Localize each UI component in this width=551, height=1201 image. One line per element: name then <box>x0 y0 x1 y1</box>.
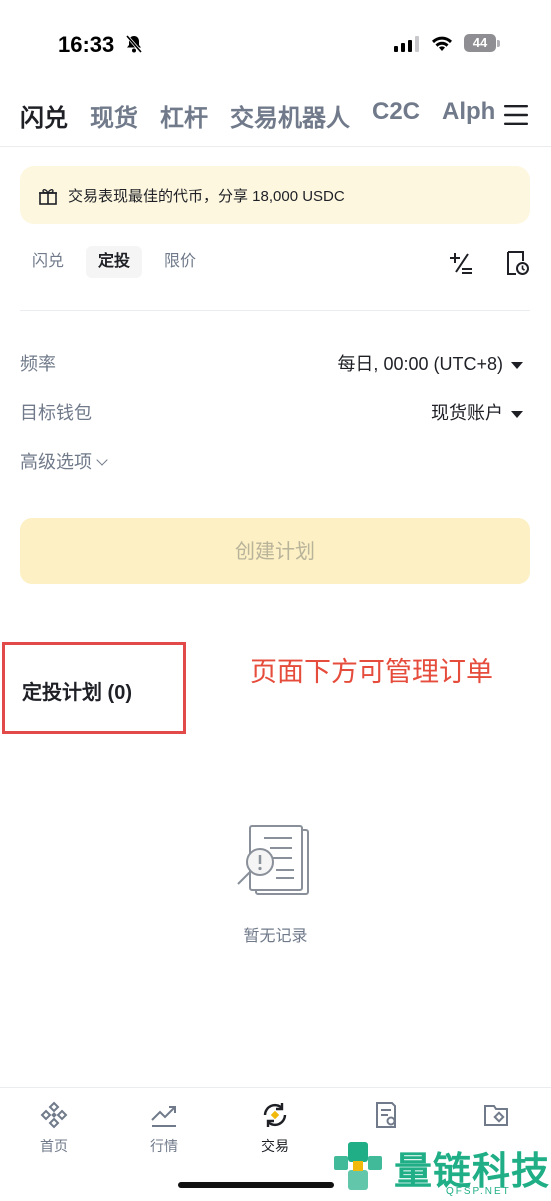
advanced-options-toggle[interactable]: 高级选项 <box>20 448 108 474</box>
promo-text: 交易表现最佳的代币，分享 18,000 USDC <box>68 188 345 205</box>
create-plan-button[interactable]: 创建计划 <box>20 518 530 584</box>
gift-icon <box>39 189 57 205</box>
cellular-signal-icon <box>394 36 419 52</box>
main-tabs: 闪兑 现货 杠杆 交易机器人 C2C Alph <box>20 98 500 134</box>
tab-trading-bots[interactable]: 交易机器人 <box>230 98 350 134</box>
battery-level: 44 <box>464 34 496 52</box>
futures-icon <box>376 1102 396 1128</box>
calculator-icon[interactable] <box>448 250 474 276</box>
tab-c2c[interactable]: C2C <box>372 98 420 134</box>
frequency-label: 频率 <box>20 354 56 374</box>
trade-icon <box>263 1103 287 1127</box>
chevron-down-icon <box>96 454 108 466</box>
markets-icon <box>151 1106 176 1127</box>
tab-margin[interactable]: 杠杆 <box>160 98 208 134</box>
bell-muted-icon <box>125 35 143 53</box>
home-indicator <box>178 1182 334 1188</box>
target-wallet-value: 现货账户 <box>431 403 503 423</box>
nav-assets[interactable] <box>446 1100 546 1130</box>
watermark-subtext: QFSP.NET <box>446 1186 511 1197</box>
nav-futures[interactable] <box>336 1100 436 1130</box>
order-history-icon[interactable] <box>504 250 530 276</box>
tab-spot[interactable]: 现货 <box>90 98 138 134</box>
frequency-select[interactable]: 每日, 00:00 (UTC+8) <box>337 350 523 376</box>
tab-alpha[interactable]: Alph <box>442 98 495 134</box>
home-icon <box>40 1101 68 1129</box>
nav-markets-label: 行情 <box>150 1138 178 1154</box>
header-divider <box>0 146 551 147</box>
wifi-icon <box>432 36 452 51</box>
wallet-icon <box>484 1105 508 1126</box>
section-divider <box>20 310 530 311</box>
subtab-limit[interactable]: 限价 <box>152 246 208 278</box>
menu-icon[interactable] <box>504 104 528 126</box>
battery-icon: 44 <box>464 34 500 54</box>
subtab-recurring[interactable]: 定投 <box>86 246 143 278</box>
subtab-flash-swap[interactable]: 闪兑 <box>20 246 76 278</box>
tab-flash-swap[interactable]: 闪兑 <box>20 98 68 134</box>
plans-title[interactable]: 定投计划 (0) <box>22 676 132 705</box>
caret-down-icon <box>511 361 523 369</box>
frequency-value: 每日, 00:00 (UTC+8) <box>337 354 503 374</box>
nav-trade-label: 交易 <box>261 1138 289 1154</box>
watermark-logo-icon <box>334 1142 382 1190</box>
target-wallet-label: 目标钱包 <box>20 403 92 423</box>
status-time: 16:33 <box>58 32 115 57</box>
nav-home[interactable]: 首页 <box>4 1100 104 1156</box>
target-wallet-select[interactable]: 现货账户 <box>431 399 523 425</box>
caret-down-icon <box>511 410 523 418</box>
empty-text: 暂无记录 <box>243 928 308 945</box>
nav-markets[interactable]: 行情 <box>114 1100 214 1156</box>
advanced-options-label: 高级选项 <box>20 452 92 472</box>
no-records-icon <box>237 825 309 895</box>
annotation-text: 页面下方可管理订单 <box>250 657 493 687</box>
nav-trade[interactable]: 交易 <box>225 1100 325 1156</box>
nav-home-label: 首页 <box>40 1138 68 1154</box>
promo-banner[interactable]: 交易表现最佳的代币，分享 18,000 USDC <box>20 166 530 224</box>
